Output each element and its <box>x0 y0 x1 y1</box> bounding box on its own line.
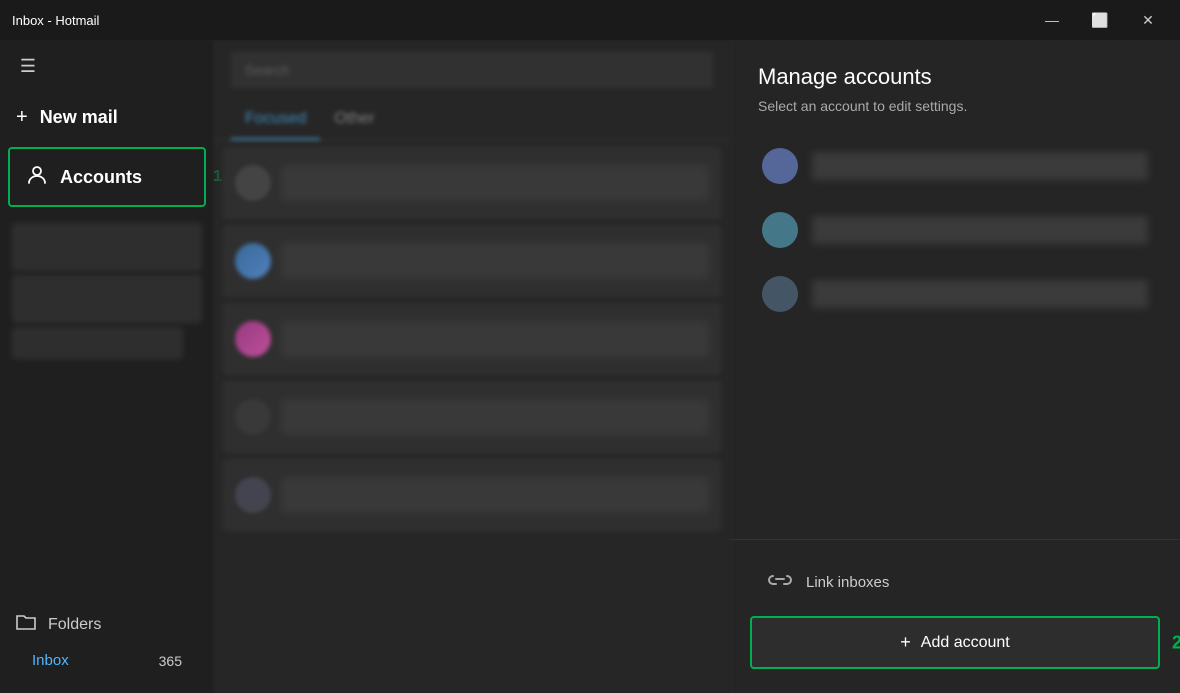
sidebar-top: ☰ <box>0 40 214 92</box>
link-inboxes-icon <box>766 568 794 596</box>
window-controls: — ⬜ ✕ <box>1032 5 1168 35</box>
hamburger-menu-button[interactable]: ☰ <box>10 48 46 84</box>
email-content-4 <box>281 399 709 435</box>
close-button[interactable]: ✕ <box>1128 5 1168 35</box>
account-info-2 <box>812 216 1148 244</box>
link-inboxes-button[interactable]: Link inboxes <box>750 556 1160 608</box>
email-item-3[interactable] <box>223 303 721 375</box>
email-avatar-4 <box>235 399 271 435</box>
link-inboxes-label: Link inboxes <box>806 574 889 591</box>
add-account-wrapper: + Add account 2 <box>750 616 1160 669</box>
email-item-2[interactable] <box>223 225 721 297</box>
sidebar-email-list <box>0 211 214 595</box>
tab-other[interactable]: Other <box>320 100 388 140</box>
email-item-1[interactable] <box>223 147 721 219</box>
email-avatar-3 <box>235 321 271 357</box>
email-item-4[interactable] <box>223 381 721 453</box>
email-content-3 <box>281 321 709 357</box>
folders-icon <box>16 613 36 636</box>
account-info-3 <box>812 280 1148 308</box>
manage-accounts-panel: Manage accounts Select an account to edi… <box>730 40 1180 693</box>
minimize-button[interactable]: — <box>1032 5 1072 35</box>
add-account-badge: 2 <box>1172 632 1180 653</box>
main-content: ☰ + New mail Accounts 1 <box>0 40 1180 693</box>
titlebar: Inbox - Hotmail — ⬜ ✕ <box>0 0 1180 40</box>
account-info-1 <box>812 152 1148 180</box>
inbox-count: 365 <box>159 653 182 669</box>
sidebar-blur-item-3 <box>12 327 183 359</box>
email-content-2 <box>281 243 709 279</box>
add-account-plus-icon: + <box>900 632 911 653</box>
email-content-1 <box>281 165 709 201</box>
new-mail-button[interactable]: + New mail <box>0 92 214 143</box>
accounts-icon <box>26 163 48 191</box>
email-item-5[interactable] <box>223 459 721 531</box>
account-avatar-2 <box>762 212 798 248</box>
account-list <box>730 122 1180 539</box>
account-avatar-3 <box>762 276 798 312</box>
sidebar-blur-item-1 <box>12 223 202 271</box>
inbox-label: Inbox <box>32 652 69 669</box>
inbox-item[interactable]: Inbox 365 <box>16 644 198 677</box>
email-panel: Focused Other <box>214 40 730 693</box>
tabs-row: Focused Other <box>215 100 729 141</box>
manage-accounts-title: Manage accounts <box>758 64 1152 90</box>
email-avatar-5 <box>235 477 271 513</box>
add-account-label: Add account <box>921 634 1010 652</box>
account-item-2[interactable] <box>750 198 1160 262</box>
search-input[interactable] <box>231 52 713 88</box>
sidebar-bottom: Folders Inbox 365 <box>0 595 214 693</box>
sidebar-blur-item-2 <box>12 275 202 323</box>
accounts-label: Accounts <box>60 167 142 188</box>
folders-label: Folders <box>48 616 101 634</box>
email-list <box>215 141 729 693</box>
add-account-button[interactable]: + Add account <box>750 616 1160 669</box>
account-item-3[interactable] <box>750 262 1160 326</box>
new-mail-plus-icon: + <box>16 106 28 129</box>
email-content-5 <box>281 477 709 513</box>
manage-footer: Link inboxes + Add account 2 <box>730 539 1180 693</box>
manage-header: Manage accounts Select an account to edi… <box>730 40 1180 122</box>
maximize-button[interactable]: ⬜ <box>1080 5 1120 35</box>
manage-accounts-subtitle: Select an account to edit settings. <box>758 98 1152 114</box>
account-avatar-1 <box>762 148 798 184</box>
window-title: Inbox - Hotmail <box>12 13 99 28</box>
accounts-button[interactable]: Accounts 1 <box>8 147 206 207</box>
email-avatar-2 <box>235 243 271 279</box>
folders-button[interactable]: Folders <box>16 605 198 644</box>
email-avatar-1 <box>235 165 271 201</box>
hamburger-icon: ☰ <box>20 56 36 77</box>
sidebar: ☰ + New mail Accounts 1 <box>0 40 214 693</box>
search-bar <box>215 40 729 100</box>
tab-focused[interactable]: Focused <box>231 100 320 140</box>
new-mail-label: New mail <box>40 107 118 128</box>
account-item-1[interactable] <box>750 134 1160 198</box>
